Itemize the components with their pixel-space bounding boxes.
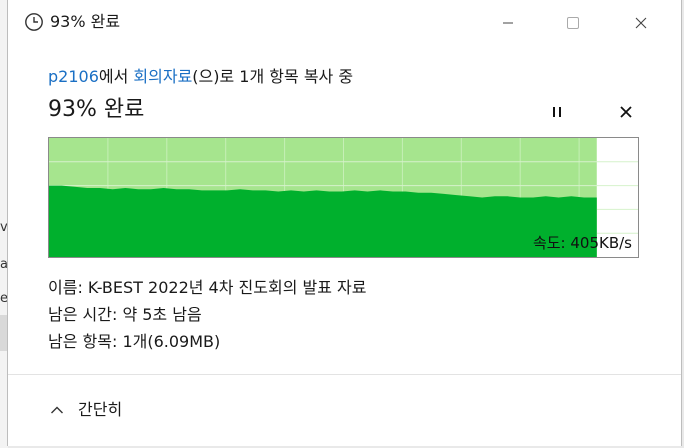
maximize-button[interactable]	[543, 0, 603, 46]
fewer-details-label: 간단히	[78, 400, 123, 419]
cancel-icon	[620, 106, 632, 118]
cancel-button[interactable]	[611, 98, 641, 126]
pause-button[interactable]	[542, 98, 572, 126]
transfer-speed: 속도: 405KB/s	[532, 234, 632, 252]
progress-title: 93% 완료	[48, 97, 145, 122]
window-title: 93% 완료	[50, 12, 121, 31]
minimize-button[interactable]	[478, 0, 538, 46]
header-text: 에서	[98, 67, 134, 86]
title-bar[interactable]: 93% 완료	[8, 0, 681, 46]
close-button[interactable]	[611, 0, 671, 46]
copy-description: p2106에서 회의자료(으)로 1개 항목 복사 중	[48, 66, 353, 88]
footer: 간단히	[8, 375, 681, 446]
file-name: 이름: K-BEST 2022년 4차 진도회의 발표 자료	[48, 278, 367, 297]
copy-progress-dialog: 93% 완료 p2106에서 회의자료(으)로 1개 항목 복사 중 93% 완…	[7, 0, 682, 446]
minimize-icon	[503, 22, 513, 24]
close-icon	[635, 17, 647, 29]
pause-icon	[553, 107, 561, 117]
source-folder-link[interactable]: p2106	[48, 67, 99, 86]
destination-folder-link[interactable]: 회의자료	[133, 67, 192, 86]
time-remaining: 남은 시간: 약 5초 남음	[48, 305, 202, 324]
header-text: (으)로 1개 항목 복사 중	[192, 67, 354, 86]
fewer-details-button[interactable]: 간단히	[50, 399, 122, 421]
items-remaining: 남은 항목: 1개(6.09MB)	[48, 332, 221, 351]
chevron-up-icon	[51, 406, 63, 414]
transfer-speed-graph: 속도: 405KB/s	[48, 137, 639, 258]
maximize-icon	[567, 17, 579, 29]
clock-icon	[24, 12, 44, 32]
